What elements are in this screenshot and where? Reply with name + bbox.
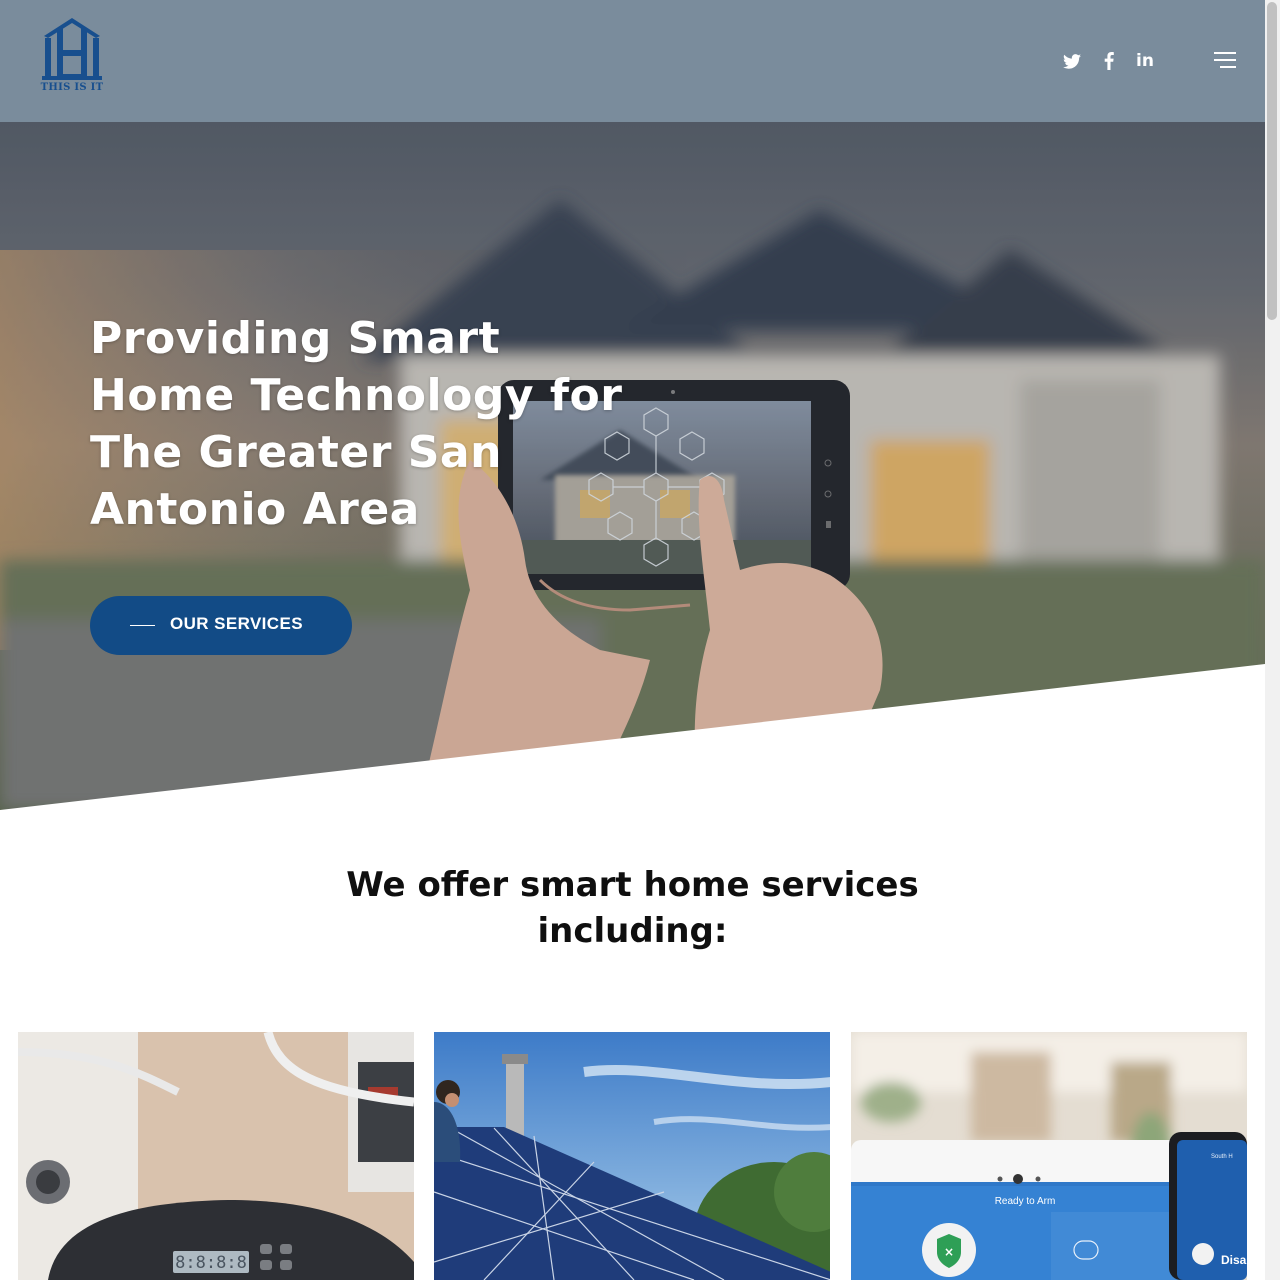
service-card-water-softener[interactable]: 8:8:8:8	[18, 1032, 414, 1280]
logo-text: THIS IS IT	[40, 82, 104, 93]
facebook-icon	[1104, 52, 1114, 70]
scrollbar-thumb[interactable]	[1267, 2, 1277, 320]
phone-status-text: Disar	[1221, 1253, 1247, 1267]
twitter-link[interactable]	[1062, 50, 1082, 72]
linkedin-link[interactable]: in	[1135, 50, 1155, 72]
linkedin-icon: in	[1136, 51, 1154, 71]
service-card-solar[interactable]	[434, 1032, 830, 1280]
phone-header-text: South H	[1211, 1154, 1233, 1160]
facebook-link[interactable]	[1101, 50, 1117, 72]
service-card-security[interactable]: Ready to Arm × South H Disar	[851, 1032, 1247, 1280]
hamburger-menu-icon[interactable]	[1212, 52, 1236, 70]
site-logo[interactable]: THIS IS IT	[40, 16, 104, 96]
house-monogram-logo-icon	[42, 18, 102, 80]
svg-text:×: ×	[944, 1245, 954, 1259]
services-heading: We offer smart home services including:	[346, 865, 919, 951]
hero-title: Providing Smart Home Technology for The …	[90, 313, 623, 535]
water-softener-controller-photo: 8:8:8:8	[18, 1032, 414, 1280]
controller-display-text: 8:8:8:8	[175, 1253, 247, 1273]
menu-line	[1220, 66, 1236, 68]
solar-panel-installation-photo	[434, 1032, 830, 1280]
our-services-button[interactable]: OUR SERVICES	[90, 596, 352, 655]
site-header: THIS IS IT in	[0, 0, 1265, 122]
menu-line	[1214, 52, 1236, 54]
twitter-icon	[1063, 53, 1081, 69]
our-services-label: OUR SERVICES	[170, 614, 303, 633]
menu-line	[1214, 59, 1236, 61]
panel-status-text: Ready to Arm	[995, 1196, 1056, 1207]
security-alarm-panel-photo: Ready to Arm × South H Disar	[851, 1032, 1247, 1280]
button-line-decoration	[130, 625, 155, 626]
